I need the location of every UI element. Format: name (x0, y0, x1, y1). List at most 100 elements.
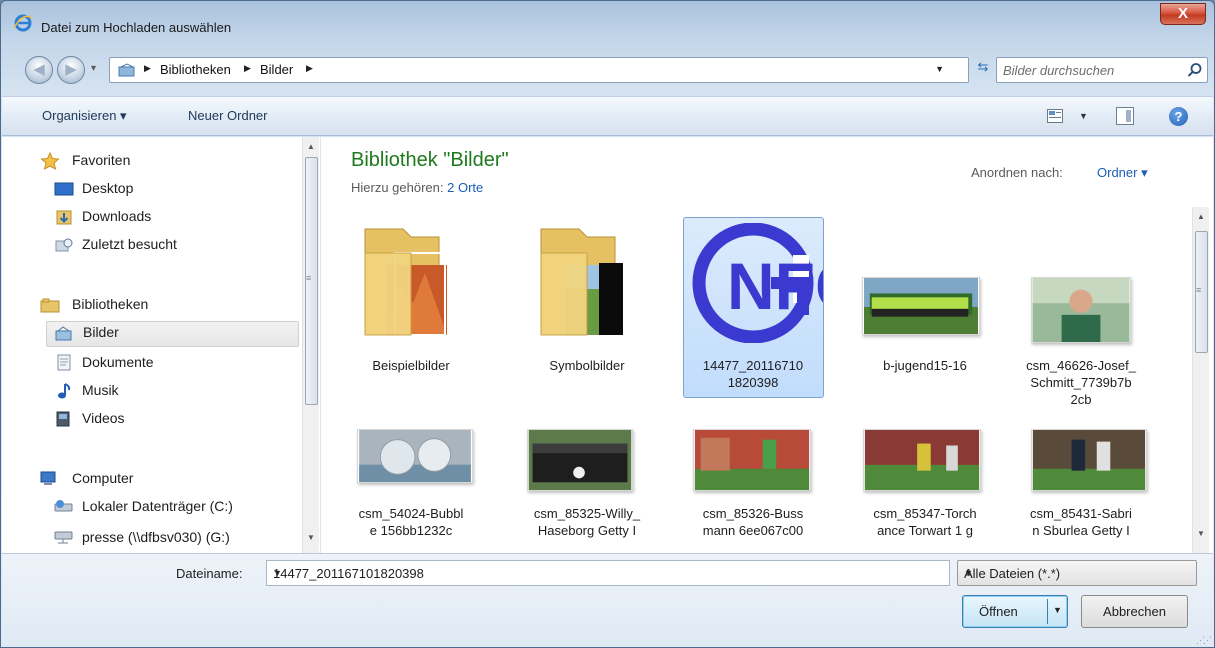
item-label: b-jugend15-16 (883, 358, 967, 373)
split-divider (1047, 599, 1048, 624)
open-button-label: Öffnen (979, 604, 1018, 619)
recent-places-icon (55, 238, 73, 252)
back-button[interactable]: ◀ (25, 56, 53, 84)
refresh-icon: ⇆ (977, 59, 989, 74)
browser-icon (13, 14, 33, 32)
forward-button[interactable]: ▶ (57, 56, 85, 84)
chevron-right-icon[interactable]: ▶ (244, 63, 251, 74)
search-icon[interactable] (1187, 62, 1203, 78)
library-subtitle: Hierzu gehören: 2 Orte (351, 180, 484, 195)
nfg-logo-image: NFG (692, 223, 823, 343)
filename-label: Dateiname: (176, 566, 243, 581)
goalkeeper-thumbnail (693, 429, 811, 491)
item-label-line2: ance Torwart 1 g (877, 523, 973, 538)
nfg-logo-text: NFG (727, 249, 823, 323)
downloads-folder-icon (56, 210, 72, 225)
library-pictures-icon (118, 63, 135, 77)
filetype-select[interactable]: Alle Dateien (*.*) ▼ (957, 560, 1197, 586)
refresh-button[interactable]: ⇆ (973, 59, 993, 79)
view-dropdown[interactable]: ▼ (1079, 111, 1088, 121)
match-scene-thumbnail (863, 429, 981, 491)
documents-library-icon (57, 354, 71, 371)
title-bar: Datei zum Hochladen auswählen X (1, 1, 1214, 41)
address-row: ◀ ▶ ▾ ▶ Bibliotheken ▶ Bilder ▶ ▼ ⇆ (11, 55, 1208, 89)
command-bar: Organisieren ▾ Neuer Ordner ▼ ? (2, 96, 1213, 136)
close-button[interactable]: X (1160, 3, 1206, 25)
navigation-pane: Favoriten Desktop Downloads Zuletzt besu… (2, 137, 319, 553)
new-folder-button[interactable]: Neuer Ordner (188, 108, 267, 123)
video-icon (56, 411, 70, 427)
view-options-icon[interactable] (1047, 109, 1063, 123)
file-list: Bibliothek "Bilder" Hierzu gehören: 2 Or… (320, 137, 1213, 553)
chevron-down-icon[interactable]: ▼ (964, 568, 1188, 578)
item-label: csm_85431-Sabri (1030, 506, 1132, 521)
scroll-grip-icon: ≡ (306, 273, 312, 283)
item-label-line2: mann 6ee067c00 (702, 523, 804, 538)
item-label: csm_46626-Josef_ (1026, 358, 1136, 373)
item-label-line2: 1820398 (727, 375, 779, 390)
filename-input[interactable]: 14477_201167101820398 ▼ (266, 560, 950, 586)
arrow-left-icon: ◀ (33, 61, 45, 78)
organize-menu[interactable]: Organisieren ▾ (42, 108, 127, 124)
file-open-dialog: Datei zum Hochladen auswählen X ◀ ▶ ▾ ▶ … (0, 0, 1215, 648)
breadcrumb-libraries[interactable]: Bibliotheken (160, 62, 231, 77)
item-label: Symbolbilder (549, 358, 625, 373)
content-scrollbar[interactable]: ▲ ≡ ▼ (1192, 207, 1209, 553)
resize-grip-icon[interactable]: ⋰⋰ (1196, 635, 1212, 646)
portrait-thumbnail (1031, 277, 1131, 343)
preview-pane-button[interactable] (1116, 107, 1134, 125)
library-title: Bibliothek "Bilder" (351, 149, 509, 171)
item-label: 14477_20116710 (702, 358, 804, 373)
dialog-footer: Dateiname: 14477_201167101820398 ▼ Alle … (2, 553, 1213, 647)
arrange-by-dropdown[interactable]: Ordner ▾ (1097, 165, 1148, 181)
item-label: csm_54024-Bubbl (358, 506, 464, 521)
item-label: Beispielbilder (372, 358, 450, 373)
star-icon (40, 152, 60, 170)
item-label-line2: e 156bb1232c (369, 523, 453, 538)
address-bar[interactable]: ▶ Bibliotheken ▶ Bilder ▶ ▼ (109, 57, 969, 83)
item-label: csm_85347-Torch (873, 506, 977, 521)
search-input[interactable] (1003, 61, 1173, 79)
nav-scrollbar[interactable]: ▲ ≡ ▼ (302, 137, 319, 553)
cancel-button[interactable]: Abbrechen (1081, 595, 1188, 628)
scroll-down-arrow[interactable]: ▼ (1197, 529, 1205, 538)
nav-computer[interactable]: Computer (40, 467, 336, 493)
item-label-line2: n Sburlea Getty I (1032, 523, 1130, 538)
window-title: Datei zum Hochladen auswählen (41, 20, 232, 35)
nav-pictures[interactable]: Bilder (46, 321, 299, 347)
item-label-line2: Haseborg Getty I (537, 523, 637, 538)
desktop-icon (54, 182, 74, 196)
arrange-by-label: Anordnen nach: (971, 165, 1063, 180)
open-options-dropdown[interactable]: ▼ (1053, 605, 1062, 615)
item-label: csm_85326-Buss (702, 506, 804, 521)
hard-drive-icon (54, 500, 73, 512)
team-photo-thumbnail (862, 277, 980, 335)
nav-libraries[interactable]: Bibliotheken (40, 293, 336, 319)
chevron-right-icon[interactable]: ▶ (306, 63, 313, 74)
locations-link[interactable]: 2 Orte (447, 180, 483, 195)
item-label-line2: Schmitt_7739b7b (1030, 375, 1132, 390)
main-area: Favoriten Desktop Downloads Zuletzt besu… (2, 137, 1213, 553)
nav-favorites[interactable]: Favoriten (40, 149, 336, 175)
search-box[interactable] (996, 57, 1208, 83)
player-action-thumbnail (1031, 429, 1147, 491)
libraries-icon (40, 298, 60, 313)
chevron-down-icon[interactable]: ▼ (935, 64, 944, 74)
open-button[interactable]: Öffnen ▼ (962, 595, 1068, 628)
item-label-line3: 2cb (1070, 392, 1092, 407)
arrow-right-icon: ▶ (65, 61, 77, 78)
chevron-down-icon[interactable]: ▼ (273, 568, 943, 578)
scroll-up-arrow[interactable]: ▲ (1197, 212, 1205, 221)
folder-icon (364, 228, 447, 336)
scroll-up-arrow[interactable]: ▲ (307, 142, 315, 151)
breadcrumb-pictures[interactable]: Bilder (260, 62, 293, 77)
scroll-down-arrow[interactable]: ▼ (307, 533, 315, 542)
music-note-icon (58, 383, 71, 399)
bubble-football-thumbnail (357, 429, 473, 483)
item-label: csm_85325-Willy_ (533, 506, 641, 521)
pictures-library-icon (55, 326, 72, 341)
recent-pages-dropdown[interactable]: ▾ (91, 63, 96, 74)
help-button[interactable]: ? (1169, 107, 1188, 126)
chevron-right-icon[interactable]: ▶ (144, 63, 151, 74)
network-drive-icon (54, 531, 73, 544)
